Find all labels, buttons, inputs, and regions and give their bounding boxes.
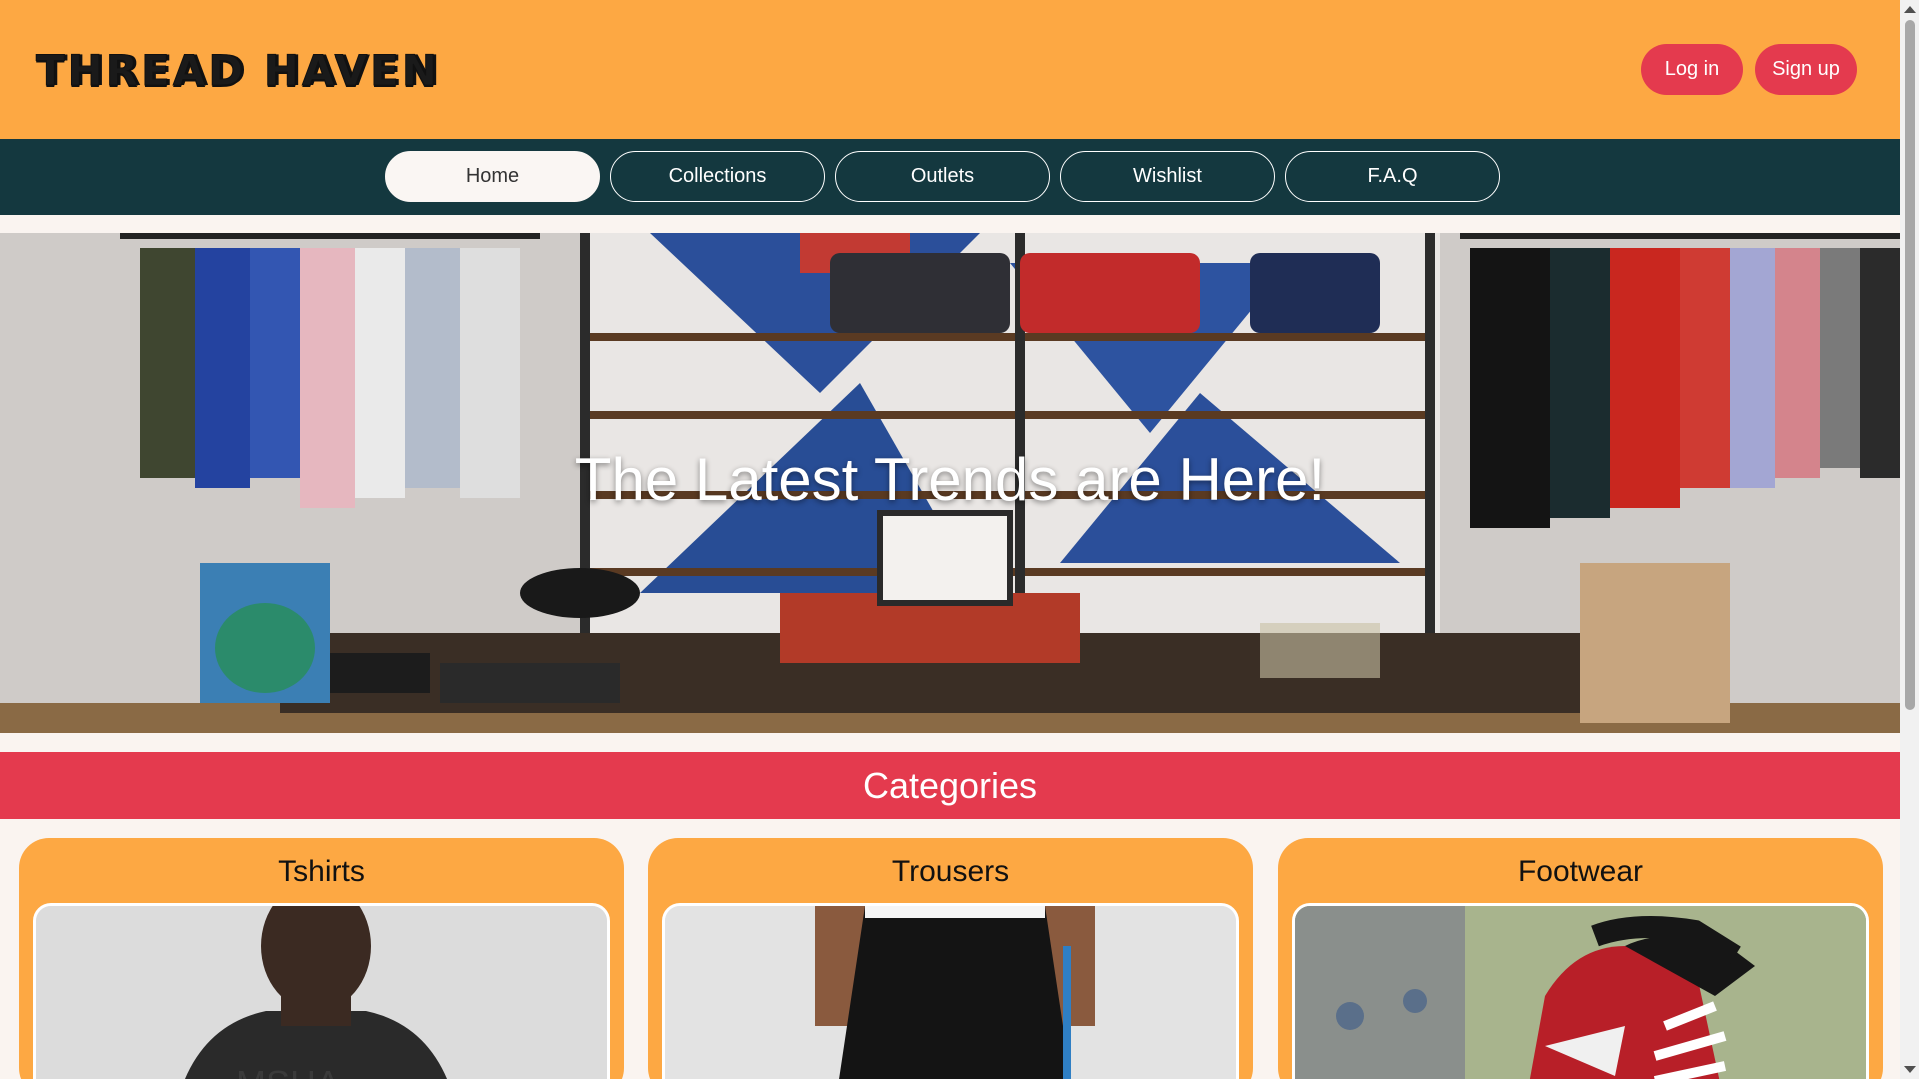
- nav-tab-home[interactable]: Home: [385, 151, 600, 202]
- category-image-trousers[interactable]: [662, 903, 1239, 1079]
- category-image-footwear[interactable]: [1292, 903, 1869, 1079]
- category-title: Tshirts: [278, 855, 365, 888]
- site-logo[interactable]: THREAD HAVEN: [36, 46, 440, 96]
- scroll-down-icon[interactable]: [1904, 1066, 1916, 1073]
- category-card-footwear[interactable]: Footwear: [1278, 838, 1883, 1079]
- svg-text:MSHA: MSHA: [236, 1063, 340, 1079]
- hero-banner: The Latest Trends are Here!: [0, 233, 1900, 733]
- scrollbar-thumb[interactable]: [1905, 20, 1915, 710]
- tshirt-model-image: MSHA: [36, 906, 607, 1079]
- site-header: THREAD HAVEN Log in Sign up: [0, 0, 1900, 139]
- nav-tab-faq[interactable]: F.A.Q: [1285, 151, 1500, 202]
- category-card-tshirts[interactable]: Tshirts MSHA: [19, 838, 624, 1079]
- categories-heading: Categories: [0, 752, 1900, 819]
- category-title: Footwear: [1517, 855, 1644, 888]
- page: THREAD HAVEN Log in Sign up Home Collect…: [0, 0, 1900, 1079]
- hero-title: The Latest Trends are Here!: [574, 446, 1326, 513]
- nav-tab-collections[interactable]: Collections: [610, 151, 825, 202]
- category-card-trousers[interactable]: Trousers: [648, 838, 1253, 1079]
- main-nav: Home Collections Outlets Wishlist F.A.Q: [0, 139, 1900, 215]
- nav-tab-outlets[interactable]: Outlets: [835, 151, 1050, 202]
- footwear-sneaker-image: [1295, 906, 1866, 1079]
- category-image-tshirts[interactable]: MSHA: [33, 903, 610, 1079]
- category-title: Trousers: [891, 855, 1010, 888]
- scroll-up-icon[interactable]: [1904, 6, 1916, 13]
- trousers-model-image: [665, 906, 1236, 1079]
- page-scrollbar[interactable]: [1900, 0, 1919, 1079]
- nav-tab-wishlist[interactable]: Wishlist: [1060, 151, 1275, 202]
- signup-button[interactable]: Sign up: [1755, 44, 1857, 95]
- login-button[interactable]: Log in: [1641, 44, 1743, 95]
